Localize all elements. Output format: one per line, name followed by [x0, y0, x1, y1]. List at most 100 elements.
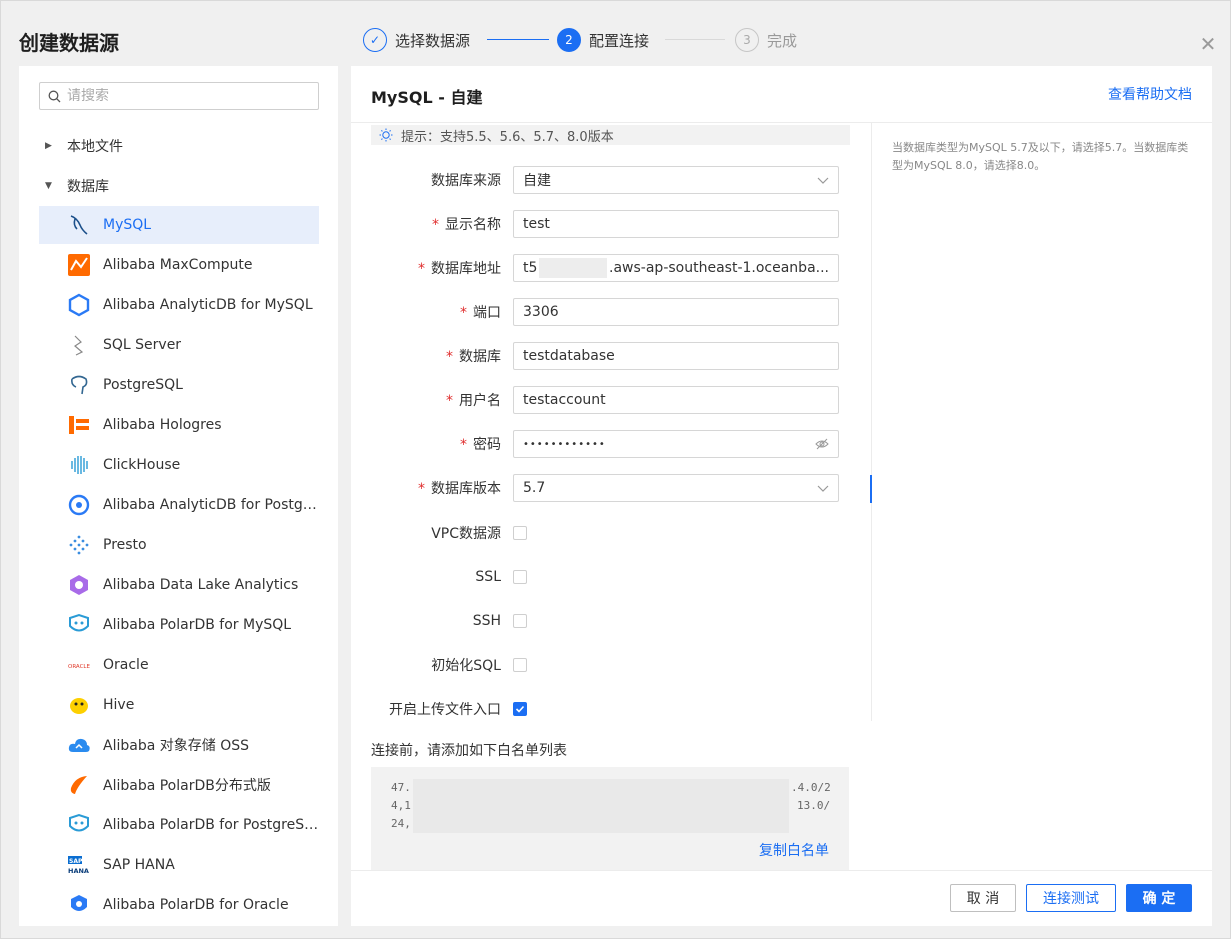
username-input[interactable]: testaccount	[513, 386, 839, 414]
datasource-item[interactable]: Alibaba AnalyticDB for MySQL	[39, 286, 319, 324]
host-input[interactable]: t5 .aws-ap-southeast-1.oceanba...	[513, 254, 839, 282]
whitelist-title: 连接前，请添加如下白名单列表	[371, 743, 567, 759]
datasource-item[interactable]: PostgreSQL	[39, 366, 319, 404]
eye-hidden-icon[interactable]	[815, 437, 829, 451]
chevron-down-icon	[817, 485, 829, 492]
upload-label: 开启上传文件入口	[389, 702, 501, 718]
svg-text:ORACLE: ORACLE	[68, 664, 90, 670]
clickhouse-icon	[67, 453, 91, 477]
caret-right-icon: ▶	[45, 141, 52, 151]
step-number: 3	[735, 28, 759, 52]
datasource-item[interactable]: Alibaba PolarDB for PostgreSQL	[39, 806, 319, 844]
tree-node-label: 本地文件	[67, 139, 123, 155]
datasource-item-label: Alibaba PolarDB for MySQL	[103, 617, 292, 633]
datasource-item[interactable]: Alibaba Hologres	[39, 406, 319, 444]
datasource-item[interactable]: ORACLE Oracle	[39, 646, 319, 684]
tree-node-local-files[interactable]: ▶ 本地文件	[45, 136, 123, 156]
form-row-display-name: * 显示名称 test	[371, 210, 851, 238]
source-select[interactable]: 自建	[513, 166, 839, 194]
close-icon[interactable]: ✕	[1199, 34, 1217, 54]
datasource-item[interactable]: Alibaba PolarDB分布式版	[39, 766, 319, 804]
datasource-item[interactable]: Alibaba Data Lake Analytics	[39, 566, 319, 604]
data-lake-analytics-icon	[67, 573, 91, 597]
analyticdb-postgres-icon	[67, 493, 91, 517]
presto-icon	[67, 533, 91, 557]
version-tip: 提示：支持5.5、5.6、5.7、8.0版本	[371, 125, 850, 145]
ssh-checkbox[interactable]	[513, 614, 527, 628]
redacted-region	[539, 258, 608, 278]
copy-whitelist-link[interactable]: 复制白名单	[759, 842, 829, 860]
divider	[351, 870, 1212, 871]
datasource-item-label: Alibaba 对象存储 OSS	[103, 738, 249, 754]
source-label: 数据库来源	[431, 173, 501, 189]
database-input[interactable]: testdatabase	[513, 342, 839, 370]
ssl-label: SSL	[475, 569, 501, 585]
step-label: 完成	[767, 31, 798, 50]
datasource-item-label: SQL Server	[103, 337, 182, 353]
oracle-icon: ORACLE	[67, 653, 91, 677]
version-select[interactable]: 5.7	[513, 474, 839, 502]
tip-text: 提示：支持5.5、5.6、5.7、8.0版本	[401, 129, 614, 145]
datasource-item[interactable]: Hive	[39, 686, 319, 724]
datasource-item[interactable]: Alibaba PolarDB for Oracle	[39, 886, 319, 924]
step-finish: 3 完成	[735, 28, 797, 52]
hive-icon	[67, 693, 91, 717]
step-connector	[487, 39, 549, 40]
search-box	[39, 82, 319, 110]
vpc-label: VPC数据源	[431, 526, 501, 542]
polardb-postgres-icon	[67, 813, 91, 837]
upload-checkbox[interactable]	[513, 702, 527, 716]
form-row-host: * 数据库地址 t5 .aws-ap-southeast-1.oceanba...	[371, 254, 851, 282]
version-help-note: 当数据库类型为MySQL 5.7及以下，请选择5.7。当数据库类型为MySQL …	[871, 123, 1212, 721]
password-input[interactable]: ••••••••••••	[513, 430, 839, 458]
datasource-item[interactable]: ClickHouse	[39, 446, 319, 484]
datasource-item[interactable]: SQL Server	[39, 326, 319, 364]
datasource-item[interactable]: Alibaba PolarDB for MySQL	[39, 606, 319, 644]
search-input[interactable]	[67, 88, 307, 104]
datasource-item[interactable]: Alibaba 对象存储 OSS	[39, 726, 319, 764]
maxcompute-icon	[67, 253, 91, 277]
help-doc-link[interactable]: 查看帮助文档	[1108, 84, 1192, 104]
display-name-label: * 显示名称	[432, 217, 501, 233]
polardb-oracle-icon	[67, 893, 91, 917]
database-label: * 数据库	[446, 349, 501, 365]
step-connector	[665, 39, 725, 40]
datasource-item[interactable]: MySQL	[39, 206, 319, 244]
oss-cloud-icon	[67, 733, 91, 757]
polardb-icon	[67, 613, 91, 637]
cancel-button[interactable]: 取 消	[950, 884, 1016, 912]
datasource-item-label: Alibaba PolarDB for PostgreSQL	[103, 817, 319, 833]
polardb-distributed-icon	[67, 773, 91, 797]
vpc-checkbox[interactable]	[513, 526, 527, 540]
sap-hana-icon: SAP HANA	[67, 853, 91, 877]
init-sql-checkbox[interactable]	[513, 658, 527, 672]
step-select-datasource: ✓ 选择数据源	[363, 28, 470, 52]
whitelist-box: 47. .4.0/2 4,1 13.0/ 24, 复制白名单	[371, 767, 849, 870]
datasource-item-label: Alibaba AnalyticDB for Postgre...	[103, 497, 319, 513]
datasource-item[interactable]: Alibaba AnalyticDB for Postgre...	[39, 486, 319, 524]
version-label: * 数据库版本	[418, 481, 501, 497]
postgresql-elephant-icon	[67, 373, 91, 397]
caret-down-icon: ▼	[45, 181, 52, 191]
chevron-down-icon	[817, 177, 829, 184]
datasource-item[interactable]: Alibaba MaxCompute	[39, 246, 319, 284]
confirm-button[interactable]: 确 定	[1126, 884, 1192, 912]
ssh-label: SSH	[472, 613, 501, 629]
datasource-item-label: Alibaba Data Lake Analytics	[103, 577, 299, 593]
form-row-port: * 端口 3306	[371, 298, 851, 326]
mysql-dolphin-icon	[67, 213, 91, 237]
step-label: 配置连接	[589, 31, 650, 50]
step-number: 2	[557, 28, 581, 52]
datasource-item-label: Alibaba AnalyticDB for MySQL	[103, 297, 313, 313]
port-input[interactable]: 3306	[513, 298, 839, 326]
datasource-item[interactable]: Presto	[39, 526, 319, 564]
tree-node-label: 数据库	[67, 179, 109, 195]
version-select-value: 5.7	[513, 474, 839, 502]
test-connection-button[interactable]: 连接测试	[1026, 884, 1116, 912]
ssl-checkbox[interactable]	[513, 570, 527, 584]
tree-node-database[interactable]: ▼ 数据库	[45, 176, 109, 196]
form-row-ssl: SSL	[371, 563, 851, 591]
display-name-input[interactable]: test	[513, 210, 839, 238]
datasource-list-panel: ▶ 本地文件 ▼ 数据库 MySQL Alibaba MaxCompute Alib…	[19, 66, 338, 926]
datasource-item[interactable]: SAP HANA SAP HANA	[39, 846, 319, 884]
